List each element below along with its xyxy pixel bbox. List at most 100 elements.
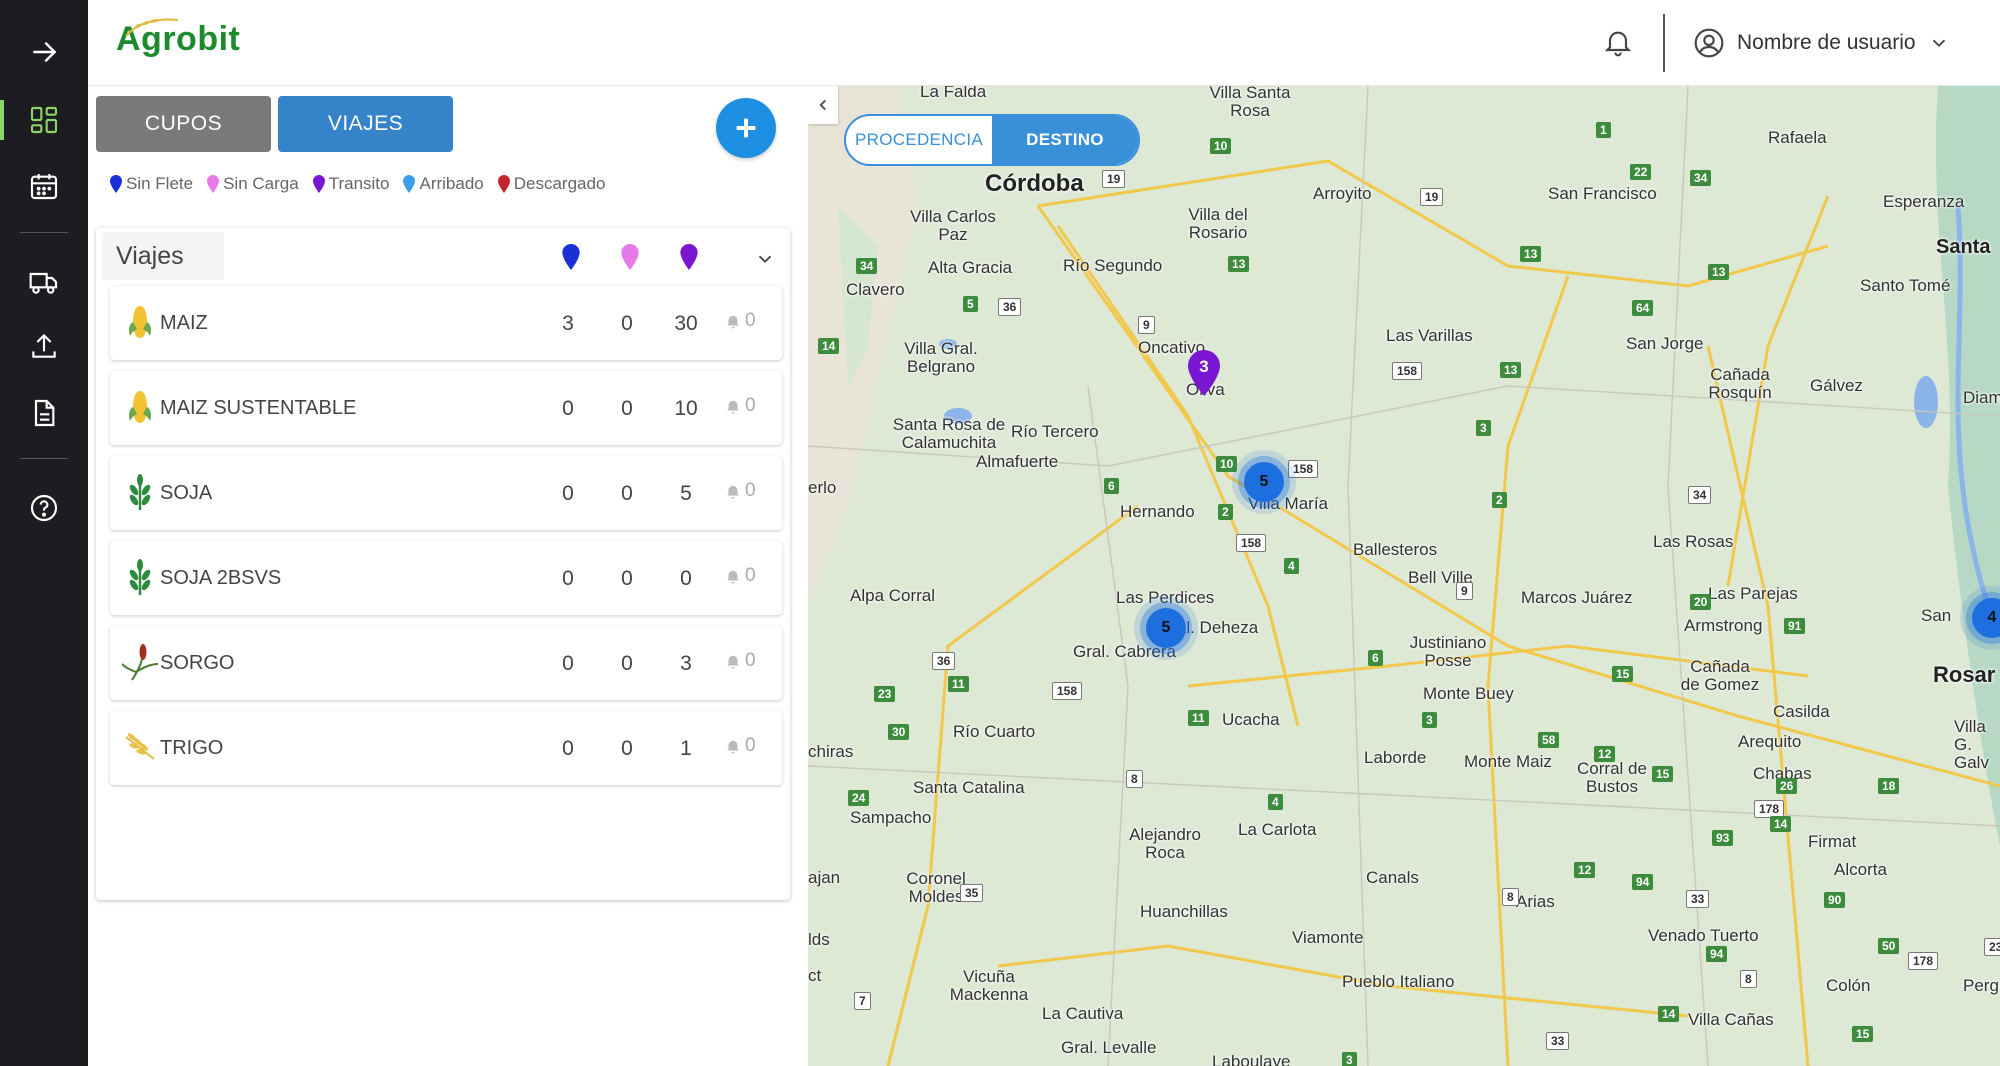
sin-carga-count: 0: [621, 737, 633, 760]
route-shield: 90: [1824, 892, 1846, 908]
sidebar-divider: [20, 458, 68, 459]
route-shield: 19: [1102, 170, 1126, 188]
map-label: Santa Rosa de Calamuchita: [892, 415, 1006, 452]
list-item[interactable]: SOJA 2BSVS 0 0 0 0: [110, 541, 782, 615]
plus-icon: [736, 118, 756, 138]
crop-label: TRIGO: [160, 737, 224, 759]
chevron-down-icon[interactable]: [754, 248, 776, 270]
sin-carga-count: 0: [621, 482, 633, 505]
map-label: Diama: [1963, 388, 2000, 407]
list-item[interactable]: SOJA 0 0 5 0: [110, 456, 782, 530]
map-label: Arequito: [1738, 732, 1802, 751]
map-cluster[interactable]: 5: [1244, 462, 1284, 502]
sin-carga-count: 0: [621, 567, 633, 590]
map-label: Alta Gracia: [928, 258, 1013, 277]
map-label: Monte Buey: [1423, 684, 1514, 703]
sin-carga-count: 0: [621, 652, 633, 675]
sidebar-divider: [20, 232, 68, 233]
app-logo[interactable]: Agrobit: [116, 18, 240, 59]
route-shield: 7: [854, 992, 871, 1010]
toggle-destino[interactable]: DESTINO: [992, 116, 1138, 164]
sorghum-icon: [122, 644, 158, 681]
route-shield: 158: [1288, 460, 1319, 478]
bell-icon: [727, 570, 739, 584]
map-label: Marcos Juárez: [1521, 588, 1633, 607]
route-shield: 35: [960, 884, 984, 902]
list-item[interactable]: TRIGO 0 0 1 0: [110, 711, 782, 785]
map-label: Santa: [1936, 236, 1991, 258]
route-shield: 94: [1632, 874, 1654, 890]
pin-icon: [207, 175, 220, 193]
route-shield: 11: [1188, 710, 1209, 726]
list-item[interactable]: MAIZ 3 0 30 0: [110, 286, 782, 360]
alerts-count: 0: [745, 310, 756, 331]
sidebar-item-help[interactable]: [0, 480, 88, 536]
transito-count: 0: [680, 567, 692, 590]
route-shield: 178: [1908, 952, 1939, 970]
map-label: Ucacha: [1222, 710, 1280, 729]
legend-label: Sin Flete: [126, 174, 194, 193]
bell-icon: [727, 740, 739, 754]
list-item[interactable]: SORGO 0 0 3 0: [110, 626, 782, 700]
map-label: San: [1921, 606, 1952, 625]
map-label: Santo Tomé: [1860, 276, 1951, 295]
tab-cupos[interactable]: CUPOS: [96, 96, 271, 152]
header-divider: [1663, 14, 1665, 72]
toggle-procedencia[interactable]: PROCEDENCIA: [846, 116, 992, 164]
legend-sin-flete: Sin Flete: [110, 174, 193, 194]
map-label: Arias: [1516, 892, 1555, 911]
route-shield: 34: [1690, 170, 1712, 186]
route-shield: 158: [1392, 362, 1423, 380]
sidebar-item-calendar[interactable]: [0, 158, 88, 214]
route-shield: 6: [1104, 478, 1119, 494]
legend-transito: Transito: [312, 174, 389, 194]
wheat-icon: [125, 733, 155, 760]
alerts-count: 0: [745, 395, 756, 416]
sidebar-item-upload[interactable]: [0, 318, 88, 374]
collapse-panel-button[interactable]: [808, 86, 838, 124]
user-name: Nombre de usuario: [1737, 31, 1916, 54]
route-shield: 13: [1708, 264, 1730, 280]
map-label: La Carlota: [1238, 820, 1317, 839]
route-shield: 64: [1632, 300, 1654, 316]
alerts: 0: [724, 650, 756, 672]
add-button[interactable]: [716, 98, 776, 158]
map-label: Laborde: [1364, 748, 1427, 767]
list-item[interactable]: MAIZ SUSTENTABLE 0 0 10 0: [110, 371, 782, 445]
route-shield: 15: [1612, 666, 1634, 682]
map-cluster[interactable]: 5: [1146, 608, 1186, 648]
route-shield: 13: [1520, 246, 1542, 262]
route-shield: 3: [1476, 420, 1491, 436]
map-label: Sampacho: [850, 808, 932, 827]
legend-label: Descargado: [513, 174, 606, 193]
route-shield: 94: [1706, 946, 1728, 962]
sidebar-item-dashboard[interactable]: [0, 92, 88, 148]
sin-flete-count: 0: [562, 567, 574, 590]
legend-label: Sin Carga: [223, 174, 299, 193]
route-shield: 12: [1594, 746, 1616, 762]
alerts: 0: [724, 395, 756, 417]
transito-map-marker[interactable]: 3: [1188, 350, 1220, 396]
route-shield: 10: [1210, 138, 1232, 154]
expand-sidebar-button[interactable]: [0, 24, 88, 80]
origin-destination-toggle[interactable]: PROCEDENCIA DESTINO: [844, 114, 1140, 166]
map-label: Esperanza: [1883, 192, 1965, 211]
user-menu[interactable]: Nombre de usuario: [1693, 22, 1950, 64]
map-label: Rafaela: [1768, 128, 1827, 147]
soy-icon: [129, 559, 151, 595]
map-label: Clavero: [846, 280, 905, 299]
notifications-button[interactable]: [1598, 22, 1638, 62]
map[interactable]: PROCEDENCIA DESTINO La Falda Villa Santa…: [808, 86, 2000, 1066]
map-label: Villa Gral. Belgrano: [904, 339, 978, 376]
route-shield: 6: [1368, 650, 1383, 666]
map-label: Huanchillas: [1140, 902, 1228, 921]
sin-carga-count: 0: [621, 397, 633, 420]
left-panel: CUPOS VIAJES Sin Flete Sin Carga Transit…: [88, 86, 808, 1066]
alerts: 0: [724, 565, 756, 587]
route-shield: 8: [1502, 888, 1519, 906]
tab-viajes[interactable]: VIAJES: [278, 96, 453, 152]
sidebar-item-documents[interactable]: [0, 385, 88, 441]
route-shield: 4: [1284, 558, 1299, 574]
route-shield: 34: [1688, 486, 1712, 504]
sidebar-item-trucks[interactable]: [0, 254, 88, 310]
